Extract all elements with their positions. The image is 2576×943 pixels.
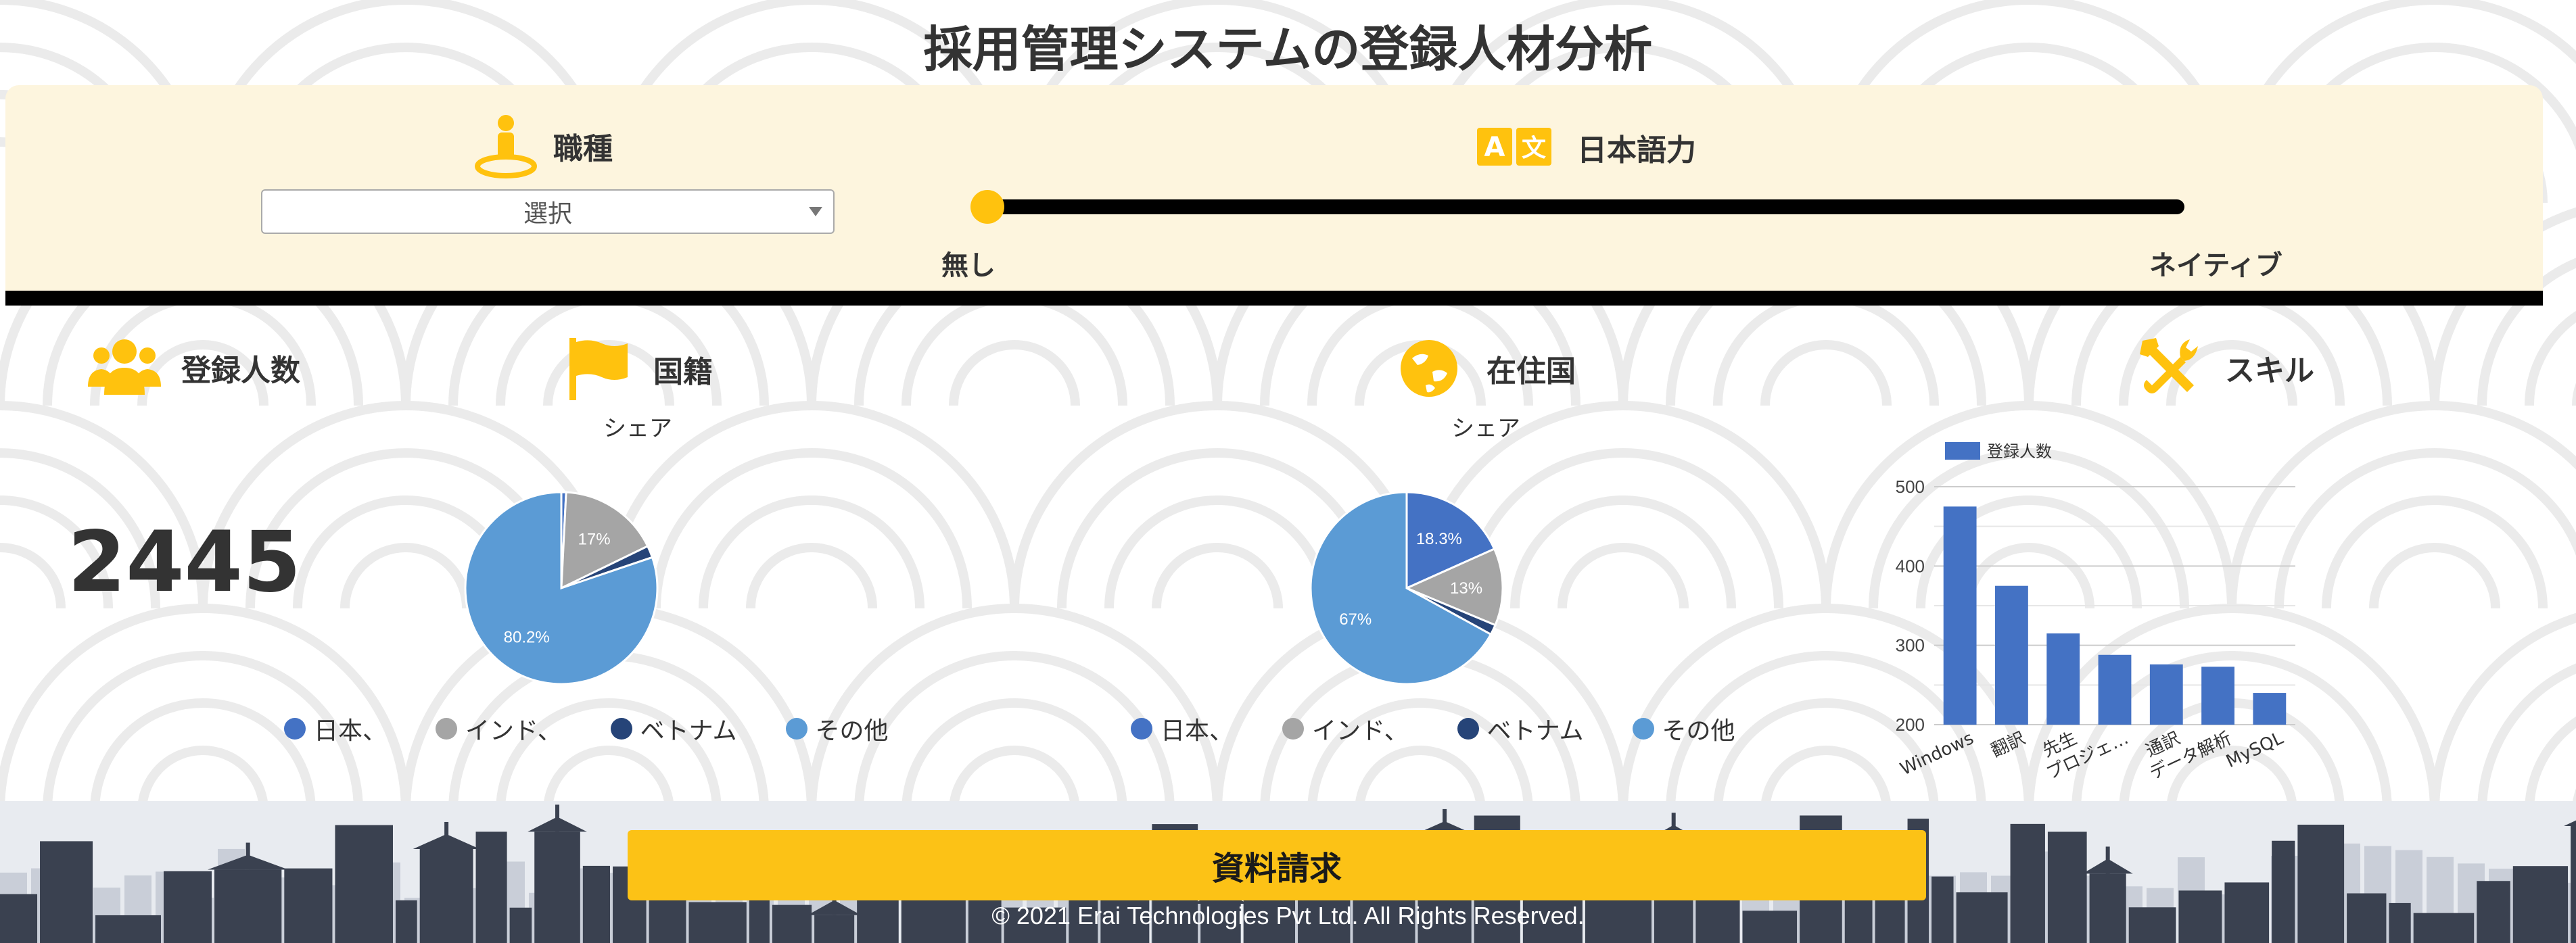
legend-label: 日本、: [314, 717, 388, 745]
job-type-label: 職種: [553, 132, 613, 166]
japanese-level-label: 日本語力: [1577, 133, 1696, 168]
flag-icon: [567, 338, 629, 400]
chevron-down-icon: [809, 207, 822, 216]
translate-icon: A 文: [1477, 126, 1553, 168]
request-materials-button[interactable]: 資料請求: [628, 830, 1926, 900]
nationality-header: 国籍: [567, 338, 713, 400]
slider-min-label: 無し: [941, 250, 996, 281]
residence-label: 在住国: [1486, 354, 1576, 389]
person-icon: [473, 114, 538, 178]
y-tick-label: 200: [1896, 715, 1925, 735]
legend-item-other: その他: [1632, 711, 1735, 746]
bar: [2149, 664, 2183, 725]
other-swatch: [1632, 718, 1654, 740]
tools-icon: [2138, 337, 2201, 399]
legend-label: その他: [815, 717, 889, 745]
residence-pie-chart: 18.3% 13% 67%: [1309, 491, 1504, 685]
vietnam-swatch: [1457, 718, 1479, 740]
pie-data-label: 13%: [1450, 579, 1482, 598]
bar: [2201, 667, 2234, 725]
legend-item-india: インド、: [436, 711, 562, 746]
filter-divider: [5, 291, 2543, 306]
vietnam-swatch: [610, 718, 632, 740]
japanese-level-slider-track[interactable]: [989, 199, 2184, 214]
japan-swatch: [284, 718, 306, 740]
slider-max-label: ネイティブ: [2149, 250, 2282, 281]
legend-label: ベトナム: [1486, 717, 1584, 745]
legend-item-other: その他: [785, 711, 889, 746]
x-tick-label: 翻訳: [1988, 728, 2029, 761]
y-tick-label: 300: [1896, 635, 1925, 656]
japan-swatch: [1131, 718, 1152, 740]
svg-text:文: 文: [1522, 135, 1546, 162]
residence-chart-subtitle: シェア: [1451, 415, 1520, 442]
y-tick-label: 500: [1896, 477, 1925, 497]
legend-label: ベトナム: [640, 717, 737, 745]
bar: [1943, 506, 1977, 725]
nationality-label: 国籍: [653, 355, 713, 389]
legend-swatch: [1945, 442, 1980, 460]
japanese-level-slider-handle[interactable]: [970, 190, 1004, 224]
nationality-legend: 日本、 インド、 ベトナム その他: [284, 711, 889, 746]
nationality-chart-subtitle: シェア: [603, 415, 672, 442]
x-tick-label: MySQL: [2223, 728, 2287, 772]
legend-item-japan: 日本、: [1131, 711, 1234, 746]
residence-header: 在住国: [1399, 338, 1576, 399]
legend-label: インド、: [1312, 717, 1409, 745]
bar: [1995, 585, 2028, 725]
bar-legend: 登録人数: [1945, 442, 2052, 461]
legend-label: 日本、: [1161, 717, 1234, 745]
legend-label: 登録人数: [1987, 442, 2052, 461]
x-tick-label: Windows: [1897, 728, 1977, 779]
svg-text:A: A: [1484, 132, 1505, 163]
skills-label: スキル: [2225, 354, 2314, 388]
pie-data-label: 18.3%: [1416, 530, 1462, 548]
bar: [2098, 654, 2132, 725]
copyright-text: © 2021 Erai Technologies Pvt Ltd. All Ri…: [991, 902, 1585, 929]
india-swatch: [436, 718, 458, 740]
nationality-pie-chart: 17% 80.2%: [464, 491, 659, 685]
pie-data-label: 67%: [1339, 610, 1372, 629]
japanese-level-header: A 文 日本語力: [1477, 126, 1696, 169]
india-swatch: [1282, 718, 1305, 740]
page-title: 採用管理システムの登録人材分析: [923, 21, 1653, 78]
residence-legend: 日本、 インド、 ベトナム その他: [1131, 711, 1735, 746]
registered-label: 登録人数: [181, 354, 300, 388]
legend-label: インド、: [465, 717, 562, 745]
legend-item-japan: 日本、: [284, 711, 387, 746]
legend-label: その他: [1662, 717, 1735, 745]
job-type-select[interactable]: 選択: [261, 189, 835, 234]
job-type-select-value: 選択: [523, 200, 572, 228]
skills-bar-chart: 登録人数200300400500Windows 翻訳 先生プロジェ… 通訳データ解析M…: [1896, 442, 2295, 783]
other-swatch: [785, 718, 807, 740]
registered-header: 登録人数: [87, 338, 300, 397]
legend-item-vietnam: ベトナム: [1457, 711, 1584, 746]
skills-header: スキル: [2138, 337, 2314, 399]
pie-data-label: 17%: [578, 531, 611, 549]
bar: [2046, 633, 2080, 725]
bar: [2253, 693, 2287, 725]
globe-icon: [1399, 338, 1459, 399]
legend-item-vietnam: ベトナム: [610, 711, 737, 746]
registered-count: 2445: [68, 514, 302, 611]
y-tick-label: 400: [1896, 556, 1925, 576]
job-type-header: 職種: [473, 114, 613, 178]
pie-data-label: 80.2%: [504, 629, 550, 647]
people-icon: [87, 338, 162, 397]
legend-item-india: インド、: [1282, 711, 1409, 746]
